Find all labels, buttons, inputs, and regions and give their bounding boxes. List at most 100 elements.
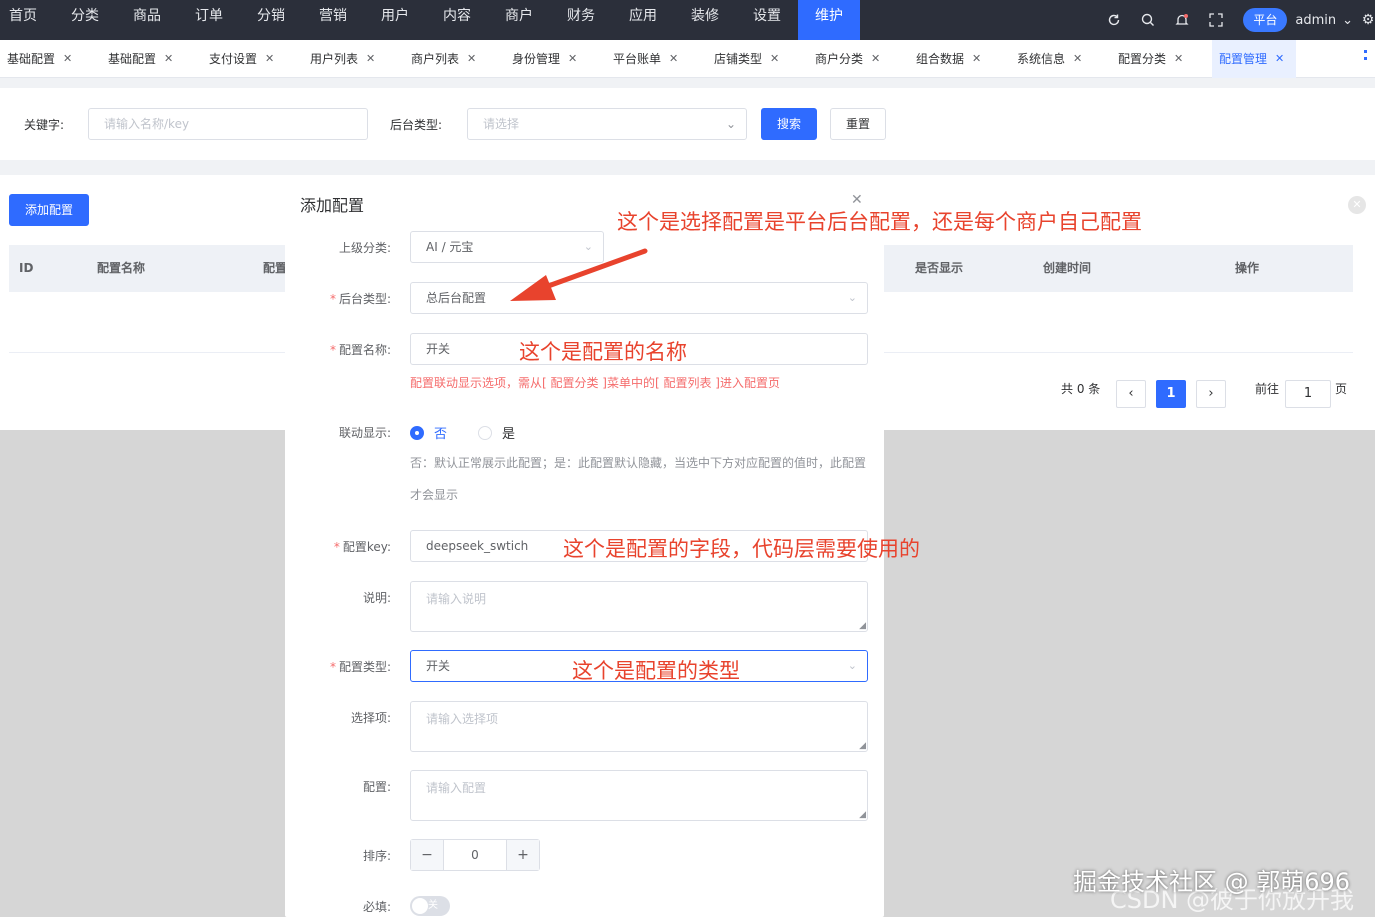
close-icon[interactable]: ✕ bbox=[568, 41, 577, 77]
fullscreen-icon[interactable] bbox=[1199, 4, 1233, 36]
menu-item[interactable]: 商品 bbox=[116, 0, 178, 40]
pagination-total: 共 0 条 bbox=[1061, 382, 1101, 396]
menu-item[interactable]: 装修 bbox=[674, 0, 736, 40]
search-icon[interactable] bbox=[1131, 4, 1165, 36]
col-actions: 操作 bbox=[1235, 261, 1260, 275]
tab-label: 用户列表 bbox=[310, 51, 359, 66]
close-icon[interactable]: ✕ bbox=[1073, 41, 1082, 77]
annotation-config-type: 这个是配置的类型 bbox=[572, 659, 740, 683]
col-config: 配置 bbox=[263, 261, 288, 275]
menu-item[interactable]: 分类 bbox=[54, 0, 116, 40]
config-key-label: * 配置key: bbox=[333, 540, 391, 554]
tab-label: 组合数据 bbox=[916, 51, 965, 66]
tab-item[interactable]: 系统信息 ✕ bbox=[1010, 40, 1111, 78]
close-icon[interactable]: ✕ bbox=[366, 41, 375, 77]
add-config-button[interactable]: 添加配置 bbox=[9, 194, 89, 226]
close-icon[interactable]: ✕ bbox=[972, 41, 981, 77]
menu-item[interactable]: 财务 bbox=[550, 0, 612, 40]
tab-item[interactable]: 支付设置 ✕ bbox=[202, 40, 303, 78]
menu-item[interactable]: 设置 bbox=[736, 0, 798, 40]
tab-item[interactable]: 身份管理 ✕ bbox=[505, 40, 606, 78]
resize-grip-icon[interactable]: ◢ bbox=[859, 810, 866, 820]
keyword-label: 关键字: bbox=[24, 118, 65, 132]
tabs-bar: 基础配置 ✕ 基础配置 ✕ 支付设置 ✕ 用户列表 ✕ 商户列表 ✕ 身份管理 ✕ 平台账单 ✕ 店铺类型 ✕… bbox=[0, 39, 1375, 78]
annotation-name: 这个是配置的名称 bbox=[519, 340, 687, 364]
close-icon[interactable]: ✕ bbox=[467, 41, 476, 77]
menu-item[interactable]: 商户 bbox=[488, 0, 550, 40]
parent-value: AI / 元宝 bbox=[426, 240, 474, 254]
refresh-icon[interactable] bbox=[1097, 4, 1131, 36]
tab-label: 平台账单 bbox=[613, 51, 662, 66]
tab-label: 基础配置 bbox=[108, 51, 157, 66]
menu-item[interactable]: 订单 bbox=[178, 0, 240, 40]
config-type-label: * 配置类型: bbox=[329, 660, 391, 674]
type-label: 后台类型: bbox=[390, 118, 443, 132]
type-select[interactable]: 请选择 ⌄ bbox=[467, 108, 747, 140]
close-icon[interactable]: ✕ bbox=[770, 41, 779, 77]
tab-item[interactable]: 店铺类型 ✕ bbox=[707, 40, 808, 78]
dialog-title: 添加配置 bbox=[300, 196, 365, 215]
col-visible: 是否显示 bbox=[915, 261, 964, 275]
menu-item[interactable]: 应用 bbox=[612, 0, 674, 40]
tab-item[interactable]: 用户列表 ✕ bbox=[303, 40, 404, 78]
close-icon[interactable]: ✕ bbox=[164, 41, 173, 77]
linked-no-radio[interactable]: 否 bbox=[410, 423, 447, 442]
close-icon[interactable]: ✕ bbox=[265, 41, 274, 77]
radio-dot bbox=[410, 425, 424, 440]
menu-item[interactable]: 内容 bbox=[426, 0, 488, 40]
keyword-input[interactable]: 请输入名称/key bbox=[88, 108, 368, 140]
reset-button[interactable]: 重置 bbox=[830, 108, 886, 140]
resize-grip-icon[interactable]: ◢ bbox=[859, 621, 866, 631]
tab-item[interactable]: 配置分类 ✕ bbox=[1111, 40, 1212, 78]
close-icon[interactable]: ✕ bbox=[63, 41, 72, 77]
page-number[interactable]: 1 bbox=[1156, 380, 1186, 408]
tab-label: 配置分类 bbox=[1118, 51, 1167, 66]
close-icon[interactable]: ✕ bbox=[1275, 41, 1284, 77]
menu-item[interactable]: 首页 bbox=[0, 0, 54, 40]
menu-item[interactable]: 维护 bbox=[798, 0, 860, 40]
tab-item[interactable]: 基础配置 ✕ bbox=[0, 40, 101, 78]
menu-item[interactable]: 用户 bbox=[364, 0, 426, 40]
annotation-backend-type: 这个是选择配置是平台后台配置，还是每个商户自己配置 bbox=[617, 210, 1142, 234]
options-textarea[interactable]: 请输入选择项 ◢ bbox=[410, 701, 868, 752]
tab-item[interactable]: 平台账单 ✕ bbox=[606, 40, 707, 78]
tabs-more-icon[interactable] bbox=[1364, 50, 1370, 60]
sort-value[interactable]: 0 bbox=[443, 840, 507, 870]
prev-page-button[interactable]: ‹ bbox=[1116, 380, 1146, 408]
linked-yes-radio[interactable]: 是 bbox=[478, 423, 515, 442]
tab-item[interactable]: 商户列表 ✕ bbox=[404, 40, 505, 78]
increment-button[interactable]: + bbox=[507, 840, 539, 870]
config-type-value: 开关 bbox=[426, 659, 451, 673]
goto-label: 前往 bbox=[1255, 382, 1280, 396]
top-nav: 首页 分类 商品 订单 分销 营销 用户 内容 商户 财务 应用 装修 设置 维护 平台 admin ⌄ … bbox=[0, 0, 1375, 40]
resize-grip-icon[interactable]: ◢ bbox=[859, 741, 866, 751]
config-label: 配置: bbox=[362, 780, 391, 794]
description-textarea[interactable]: 请输入说明 ◢ bbox=[410, 581, 868, 632]
tab-item[interactable]: 基础配置 ✕ bbox=[101, 40, 202, 78]
next-page-button[interactable]: › bbox=[1196, 380, 1226, 408]
radio-dot bbox=[478, 425, 492, 440]
gear-icon[interactable]: ⚙ bbox=[1361, 4, 1375, 36]
config-textarea[interactable]: 请输入配置 ◢ bbox=[410, 770, 868, 821]
tab-item[interactable]: 配置管理 ✕ bbox=[1212, 39, 1296, 78]
search-button[interactable]: 搜索 bbox=[761, 108, 817, 140]
close-icon[interactable]: ✕ bbox=[871, 41, 880, 77]
close-icon[interactable]: ✕ bbox=[1348, 196, 1366, 214]
col-id: ID bbox=[19, 261, 34, 275]
tab-item[interactable]: 组合数据 ✕ bbox=[909, 40, 1010, 78]
close-icon[interactable]: ✕ bbox=[669, 41, 678, 77]
menu-item[interactable]: 营销 bbox=[302, 0, 364, 40]
user-menu[interactable]: admin ⌄ bbox=[1295, 13, 1353, 28]
bell-icon[interactable] bbox=[1165, 4, 1199, 36]
tab-label: 商户分类 bbox=[815, 51, 864, 66]
decrement-button[interactable]: − bbox=[411, 840, 443, 870]
config-name-label: * 配置名称: bbox=[329, 343, 391, 357]
platform-switch-button[interactable]: 平台 bbox=[1243, 8, 1288, 32]
required-switch[interactable]: 关 bbox=[410, 896, 450, 916]
tab-item[interactable]: 商户分类 ✕ bbox=[808, 40, 909, 78]
goto-input[interactable]: 1 bbox=[1285, 380, 1331, 408]
close-icon[interactable]: ✕ bbox=[1174, 41, 1183, 77]
menu-item[interactable]: 分销 bbox=[240, 0, 302, 40]
filter-panel: 关键字: 请输入名称/key 后台类型: 请选择 ⌄ 搜索 重置 bbox=[0, 88, 1375, 160]
watermark-juejin: 掘金技术社区 @ 郭萌696 bbox=[1073, 868, 1351, 896]
